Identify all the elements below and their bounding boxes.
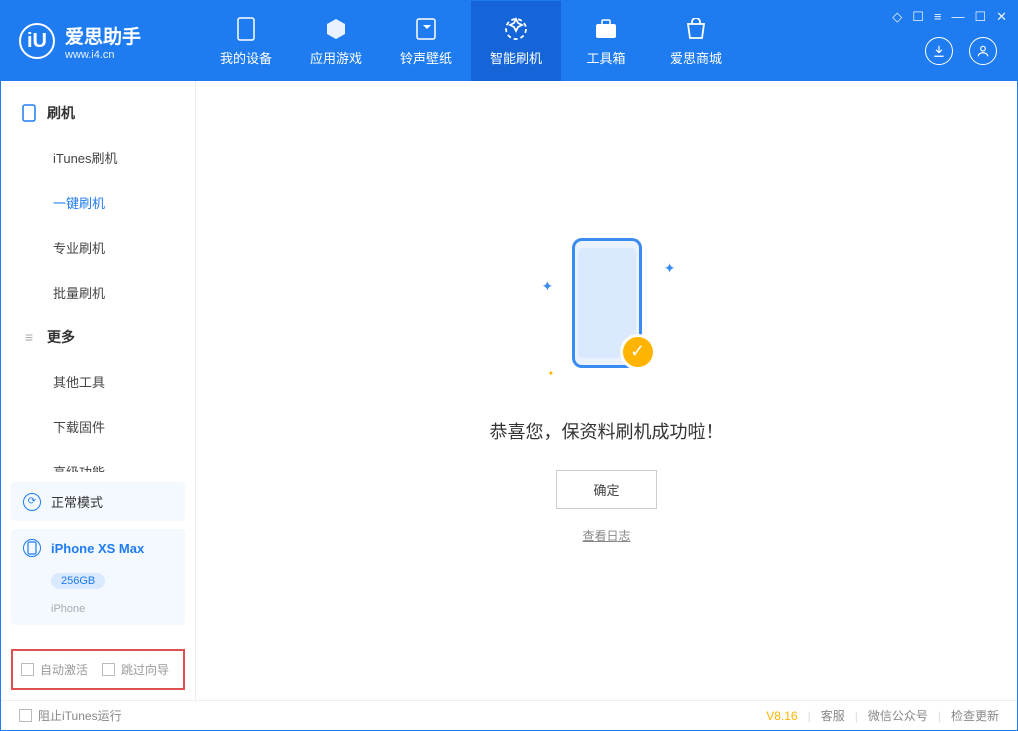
minimize-icon[interactable]: — <box>951 9 964 25</box>
tab-icon <box>683 16 709 42</box>
tab-icon <box>593 16 619 42</box>
main-tabs: 我的设备 应用游戏 铃声壁纸 智能刷机 工具箱 爱思商城 <box>201 1 741 81</box>
nav-item[interactable]: 高级功能 <box>1 449 195 472</box>
sparkle-icon: ✦ <box>664 260 676 277</box>
header-right-icons <box>925 37 997 65</box>
nav-group-header: 刷机 <box>1 91 195 135</box>
nav-item[interactable]: 其他工具 <box>1 359 195 404</box>
tab-0[interactable]: 我的设备 <box>201 1 291 81</box>
skip-guide-label: 跳过向导 <box>121 661 169 678</box>
tab-label: 工具箱 <box>586 48 625 67</box>
app-header: iU 爱思助手 www.i4.cn 我的设备 应用游戏 铃声壁纸 智能刷机 工具箱 爱思商… <box>1 1 1017 81</box>
ok-button[interactable]: 确定 <box>556 470 656 509</box>
tab-label: 智能刷机 <box>490 48 542 67</box>
skin-icon[interactable]: ◇ <box>892 9 902 25</box>
nav-item[interactable]: 批量刷机 <box>1 270 195 315</box>
checkbox-icon <box>19 709 32 722</box>
download-icon[interactable] <box>925 37 953 65</box>
logo-text: 爱思助手 www.i4.cn <box>65 22 141 61</box>
maximize-icon[interactable]: ☐ <box>974 9 986 25</box>
nav-group-header: ≡ 更多 <box>1 315 195 359</box>
nav-item[interactable]: 专业刷机 <box>1 225 195 270</box>
success-message: 恭喜您，保资料刷机成功啦！ <box>490 418 724 444</box>
checkbox-icon <box>102 663 115 676</box>
device-box[interactable]: iPhone XS Max 256GB iPhone <box>11 529 185 625</box>
tab-3[interactable]: 智能刷机 <box>471 1 561 81</box>
settings-icon[interactable]: ☐ <box>912 9 924 25</box>
sidebar: 刷机 iTunes刷机一键刷机专业刷机批量刷机 ≡ 更多其他工具下载固件高级功能 ⟳ … <box>1 81 196 700</box>
version-label: V8.16 <box>766 709 797 723</box>
nav-item[interactable]: iTunes刷机 <box>1 135 195 180</box>
checkbox-icon <box>21 663 34 676</box>
close-icon[interactable]: ✕ <box>996 9 1007 25</box>
mode-icon: ⟳ <box>23 493 41 511</box>
tab-label: 应用游戏 <box>310 48 362 67</box>
success-check-icon: ✓ <box>620 334 656 370</box>
tab-label: 爱思商城 <box>670 48 722 67</box>
logo-area: iU 爱思助手 www.i4.cn <box>1 22 201 61</box>
sparkle-icon: ✦ <box>548 369 555 378</box>
tab-2[interactable]: 铃声壁纸 <box>381 1 471 81</box>
app-url: www.i4.cn <box>65 49 141 61</box>
tab-4[interactable]: 工具箱 <box>561 1 651 81</box>
mode-box[interactable]: ⟳ 正常模式 <box>11 482 185 521</box>
group-icon <box>21 105 37 121</box>
group-icon: ≡ <box>21 329 37 345</box>
nav-item[interactable]: 一键刷机 <box>1 180 195 225</box>
tab-label: 我的设备 <box>220 48 272 67</box>
footer-right: V8.16 | 客服 | 微信公众号 | 检查更新 <box>766 707 999 724</box>
auto-activate-checkbox[interactable]: 自动激活 <box>21 661 88 678</box>
tab-1[interactable]: 应用游戏 <box>291 1 381 81</box>
status-bar: 阻止iTunes运行 V8.16 | 客服 | 微信公众号 | 检查更新 <box>1 700 1017 730</box>
sparkle-icon: ✦ <box>542 278 554 295</box>
mode-label: 正常模式 <box>51 492 103 511</box>
tab-label: 铃声壁纸 <box>400 48 452 67</box>
sidebar-nav: 刷机 iTunes刷机一键刷机专业刷机批量刷机 ≡ 更多其他工具下载固件高级功能 <box>1 81 195 472</box>
block-itunes-label: 阻止iTunes运行 <box>38 707 122 724</box>
flash-options-highlighted: 自动激活 跳过向导 <box>11 649 185 690</box>
nav-item[interactable]: 下载固件 <box>1 404 195 449</box>
auto-activate-label: 自动激活 <box>40 661 88 678</box>
group-title: 刷机 <box>47 103 75 123</box>
phone-icon <box>23 539 41 557</box>
device-capacity: 256GB <box>51 573 105 589</box>
app-body: 刷机 iTunes刷机一键刷机专业刷机批量刷机 ≡ 更多其他工具下载固件高级功能 ⟳ … <box>1 81 1017 700</box>
window-controls: ◇ ☐ ≡ — ☐ ✕ <box>892 9 1007 25</box>
device-name: iPhone XS Max <box>51 541 144 556</box>
app-name: 爱思助手 <box>65 22 141 49</box>
tab-5[interactable]: 爱思商城 <box>651 1 741 81</box>
group-title: 更多 <box>47 327 75 347</box>
tab-icon <box>323 16 349 42</box>
tab-icon <box>503 16 529 42</box>
view-log-link[interactable]: 查看日志 <box>582 527 630 544</box>
check-update-link[interactable]: 检查更新 <box>951 707 999 724</box>
success-illustration: ✦ ✦ ✦ ✓ <box>552 238 662 388</box>
tab-icon <box>233 16 259 42</box>
device-panel: ⟳ 正常模式 iPhone XS Max 256GB iPhone <box>1 472 195 643</box>
device-type: iPhone <box>51 603 85 615</box>
user-icon[interactable] <box>969 37 997 65</box>
skip-guide-checkbox[interactable]: 跳过向导 <box>102 661 169 678</box>
tab-icon <box>413 16 439 42</box>
menu-icon[interactable]: ≡ <box>934 9 942 25</box>
logo-icon: iU <box>19 23 55 59</box>
support-link[interactable]: 客服 <box>821 707 845 724</box>
block-itunes-checkbox[interactable]: 阻止iTunes运行 <box>19 707 122 724</box>
wechat-link[interactable]: 微信公众号 <box>868 707 928 724</box>
main-content: ✦ ✦ ✦ ✓ 恭喜您，保资料刷机成功啦！ 确定 查看日志 <box>196 81 1017 700</box>
